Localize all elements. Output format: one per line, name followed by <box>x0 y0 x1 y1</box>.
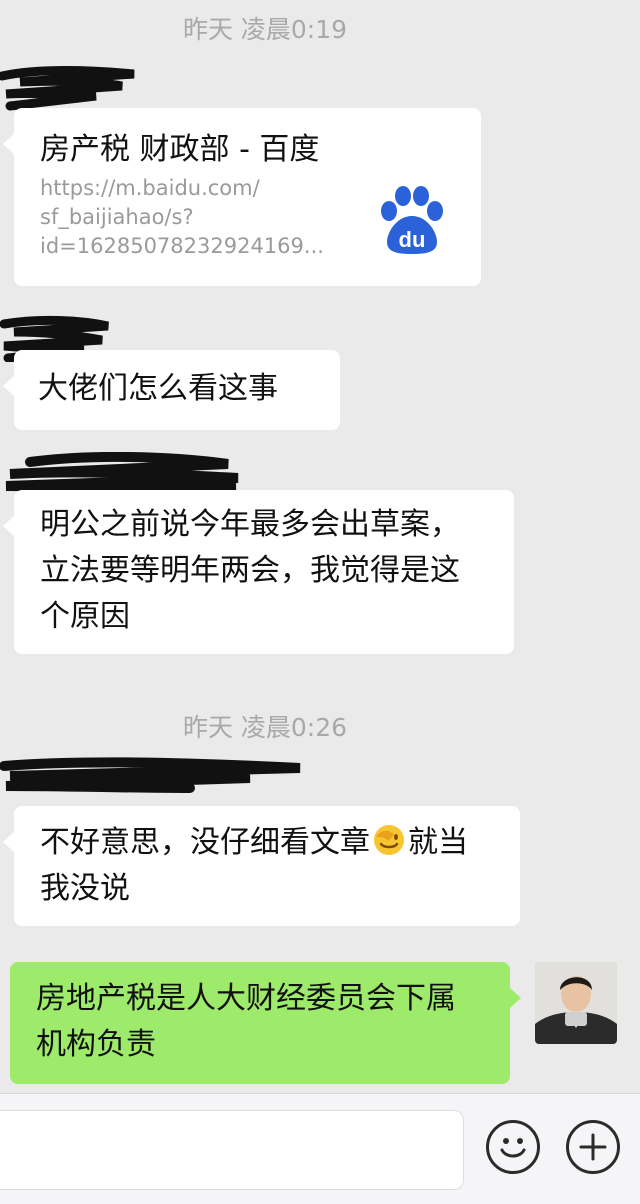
link-card-title: 房产税 财政部 - 百度 <box>40 132 320 167</box>
avatar-person-icon <box>535 962 617 1044</box>
message-bubble[interactable]: 不好意思，没仔细看文章 就当我没说 <box>3 806 520 926</box>
redacted-sender-name <box>0 66 135 111</box>
baidu-logo-text: du <box>399 227 426 252</box>
message-text: 大佬们怎么看这事 <box>38 371 278 406</box>
message-text: 明公之前说今年最多会出草案，立法要等明年两会，我觉得是这个原因 <box>40 507 460 634</box>
link-url-line: sf_baijiahao/s? <box>40 205 194 229</box>
link-url-line: https://m.baidu.com/ <box>40 176 260 200</box>
link-card-message[interactable]: 房产税 财政部 - 百度 https://m.baidu.com/ sf_bai… <box>3 108 481 286</box>
message-text: 不好意思，没仔细看文章 <box>40 825 370 860</box>
outgoing-message-bubble[interactable]: 房地产税是人大财经委员会下属机构负责 <box>10 962 521 1084</box>
link-card-url: https://m.baidu.com/ sf_baijiahao/s? id=… <box>40 174 360 261</box>
emoji-button[interactable] <box>486 1120 540 1174</box>
timestamp: 昨天 凌晨0:26 <box>182 713 348 742</box>
redacted-sender-name <box>0 757 301 793</box>
avatar[interactable] <box>535 962 617 1044</box>
chat-input-bar <box>0 1093 640 1204</box>
message-bubble[interactable]: 大佬们怎么看这事 <box>3 350 340 430</box>
message-input[interactable] <box>0 1110 464 1190</box>
facepalm-emoji-icon <box>374 825 404 855</box>
timestamp: 昨天 凌晨0:19 <box>182 15 348 44</box>
message-text: 房地产税是人大财经委员会下属机构负责 <box>36 981 456 1062</box>
link-url-line: id=16285078232924169... <box>40 234 324 258</box>
baidu-paw-icon: du <box>381 186 443 254</box>
more-button[interactable] <box>566 1120 620 1174</box>
message-bubble[interactable]: 明公之前说今年最多会出草案，立法要等明年两会，我觉得是这个原因 <box>3 490 514 654</box>
smiley-icon <box>500 1138 526 1158</box>
plus-icon <box>579 1133 607 1161</box>
